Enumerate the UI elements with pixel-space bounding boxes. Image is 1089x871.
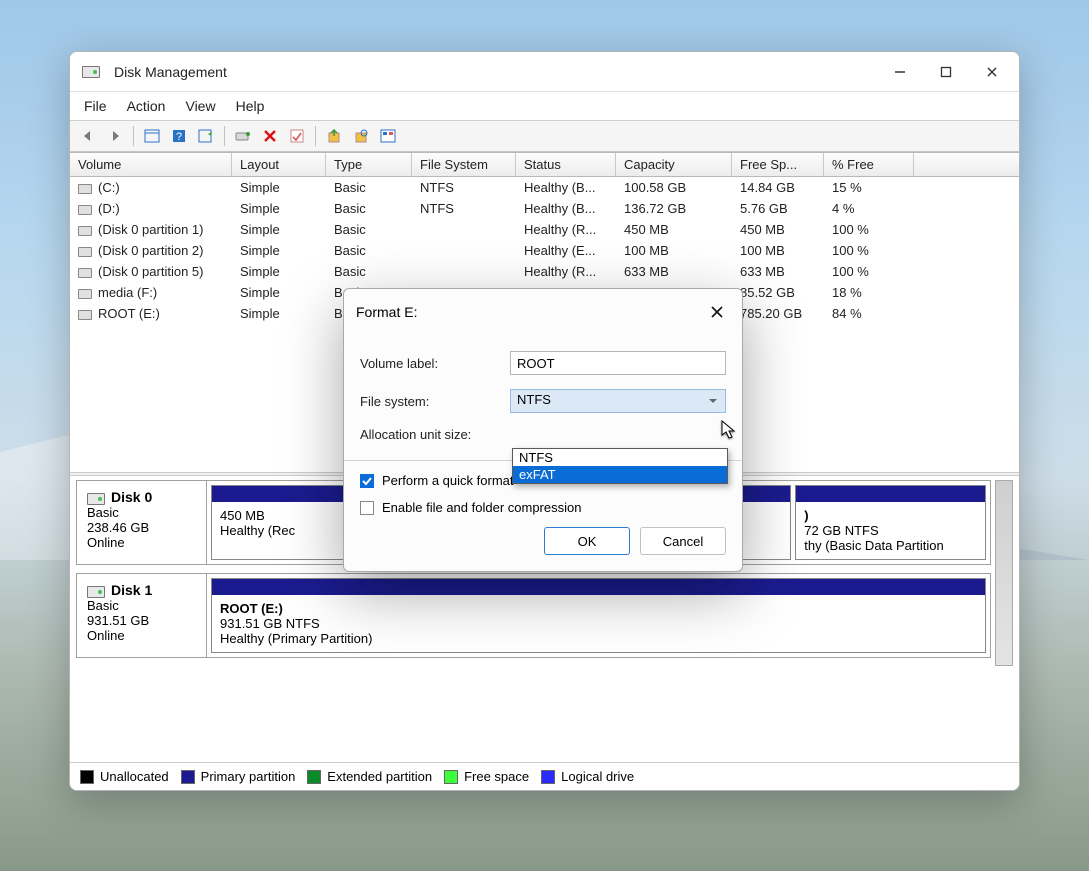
legend-unallocated: Unallocated [100, 769, 169, 784]
properties-button[interactable] [285, 125, 309, 147]
col-layout[interactable]: Layout [232, 153, 326, 176]
show-hide-console-button[interactable] [140, 125, 164, 147]
volume-icon [78, 289, 92, 299]
col-spacer[interactable] [914, 153, 1019, 176]
volume-label-label: Volume label: [360, 356, 510, 371]
fs-option-exfat[interactable]: exFAT [513, 466, 727, 483]
svg-text:?: ? [176, 131, 182, 143]
disk-icon [87, 493, 105, 505]
disk-block[interactable]: Disk 1Basic931.51 GBOnlineROOT (E:)931.5… [76, 573, 991, 658]
volume-icon [78, 247, 92, 257]
col-status[interactable]: Status [516, 153, 616, 176]
maximize-button[interactable] [923, 56, 969, 88]
back-button[interactable] [76, 125, 100, 147]
table-row[interactable]: (D:)SimpleBasicNTFSHealthy (B...136.72 G… [70, 198, 1019, 219]
volume-icon [78, 226, 92, 236]
partition-color-bar [212, 579, 985, 595]
menu-view[interactable]: View [185, 98, 215, 114]
volume-label-input[interactable] [510, 351, 726, 375]
format-dialog: Format E: Volume label: File system: NTF… [343, 288, 743, 572]
delete-button[interactable] [258, 125, 282, 147]
quick-format-label: Perform a quick format [382, 473, 514, 488]
table-row[interactable]: (Disk 0 partition 5)SimpleBasicHealthy (… [70, 261, 1019, 282]
legend-logical: Logical drive [561, 769, 634, 784]
fs-option-ntfs[interactable]: NTFS [513, 449, 727, 466]
forward-button[interactable] [103, 125, 127, 147]
col-type[interactable]: Type [326, 153, 412, 176]
compress-checkbox[interactable] [360, 501, 374, 515]
table-row[interactable]: (C:)SimpleBasicNTFSHealthy (B...100.58 G… [70, 177, 1019, 198]
legend-swatch-unallocated [80, 770, 94, 784]
table-row[interactable]: (Disk 0 partition 2)SimpleBasicHealthy (… [70, 240, 1019, 261]
refresh-button[interactable] [194, 125, 218, 147]
dialog-close-button[interactable] [704, 299, 730, 325]
legend-extended: Extended partition [327, 769, 432, 784]
menu-help[interactable]: Help [236, 98, 265, 114]
menu-action[interactable]: Action [127, 98, 166, 114]
quick-format-checkbox[interactable] [360, 474, 374, 488]
action-button-2[interactable] [349, 125, 373, 147]
scrollbar-vertical[interactable] [995, 480, 1013, 666]
window-title: Disk Management [114, 64, 227, 80]
col-pctfree[interactable]: % Free [824, 153, 914, 176]
compress-label: Enable file and folder compression [382, 500, 581, 515]
legend: Unallocated Primary partition Extended p… [70, 762, 1019, 790]
titlebar[interactable]: Disk Management [70, 52, 1019, 92]
file-system-dropdown: NTFS exFAT [512, 448, 728, 484]
dialog-title: Format E: [356, 304, 417, 320]
volume-icon [78, 268, 92, 278]
dialog-titlebar[interactable]: Format E: [344, 289, 742, 335]
partition[interactable]: ROOT (E:)931.51 GB NTFSHealthy (Primary … [211, 578, 986, 653]
rescan-disks-button[interactable] [231, 125, 255, 147]
legend-swatch-free [444, 770, 458, 784]
legend-swatch-extended [307, 770, 321, 784]
file-system-combo[interactable]: NTFS [510, 389, 726, 413]
disk-icon [87, 586, 105, 598]
col-filesystem[interactable]: File System [412, 153, 516, 176]
volume-icon [78, 184, 92, 194]
help-button[interactable]: ? [167, 125, 191, 147]
ok-button[interactable]: OK [544, 527, 630, 555]
legend-free: Free space [464, 769, 529, 784]
minimize-button[interactable] [877, 56, 923, 88]
toolbar: ? [70, 120, 1019, 152]
close-button[interactable] [969, 56, 1015, 88]
file-system-label: File system: [360, 394, 510, 409]
col-capacity[interactable]: Capacity [616, 153, 732, 176]
action-button-3[interactable] [376, 125, 400, 147]
action-button-1[interactable] [322, 125, 346, 147]
cancel-button[interactable]: Cancel [640, 527, 726, 555]
menu-file[interactable]: File [84, 98, 107, 114]
volume-icon [78, 310, 92, 320]
volume-grid-header: Volume Layout Type File System Status Ca… [70, 152, 1019, 177]
col-volume[interactable]: Volume [70, 153, 232, 176]
volume-icon [78, 205, 92, 215]
col-free[interactable]: Free Sp... [732, 153, 824, 176]
legend-swatch-primary [181, 770, 195, 784]
alloc-size-label: Allocation unit size: [360, 427, 510, 442]
legend-primary: Primary partition [201, 769, 296, 784]
partition[interactable]: )72 GB NTFSthy (Basic Data Partition [795, 485, 986, 560]
menubar: File Action View Help [70, 92, 1019, 120]
legend-swatch-logical [541, 770, 555, 784]
app-icon [82, 66, 100, 78]
partition-color-bar [796, 486, 985, 502]
table-row[interactable]: (Disk 0 partition 1)SimpleBasicHealthy (… [70, 219, 1019, 240]
